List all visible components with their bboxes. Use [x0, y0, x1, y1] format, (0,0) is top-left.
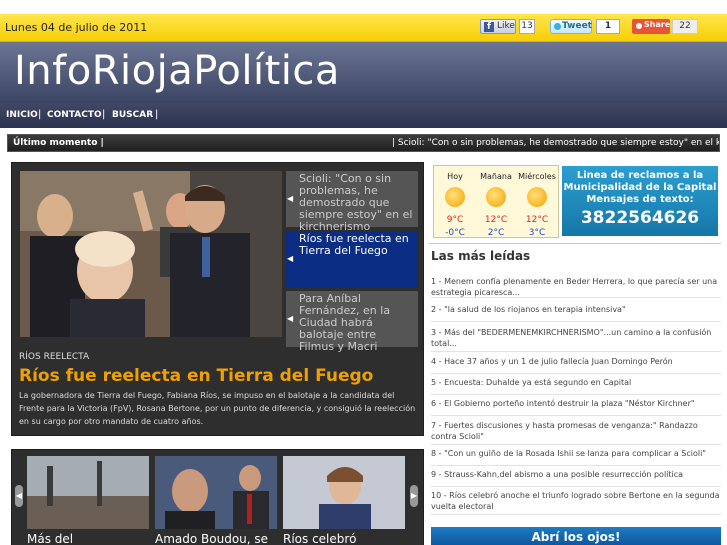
story-kicker: Ríos reelecta	[19, 352, 90, 362]
weather-low: 2°C	[487, 228, 505, 238]
site-header: InfoRiojaPolítica	[0, 42, 727, 103]
weather-high: 12°C	[525, 215, 549, 225]
side-list-item[interactable]: ◀ Para Aníbal Fernández, en la Ciudad ha…	[286, 291, 418, 353]
featured-side-list: ◀ Scioli: "Con o sin problemas, he demos…	[286, 171, 418, 353]
carousel-next-button[interactable]: ▶	[410, 485, 418, 507]
like-label: Like	[497, 21, 515, 31]
carousel-thumb-image	[283, 456, 405, 529]
most-read-item[interactable]: 10 - Ríos celebró anoche el triunfo logr…	[431, 490, 721, 515]
featured-story: ◀ Scioli: "Con o sin problemas, he demos…	[11, 162, 424, 436]
side-item-title: Scioli: "Con o sin problemas, he demostr…	[299, 172, 413, 233]
carousel-thumb[interactable]	[283, 456, 405, 529]
most-read-item[interactable]: 2 - "la salud de los riojanos en terapia…	[431, 304, 721, 322]
most-read-item[interactable]: 7 - Fuertes discusiones y hasta promesas…	[431, 420, 721, 445]
most-read-item[interactable]: 6 - El Gobierno porteño intentó destruir…	[431, 398, 721, 416]
tweet-button[interactable]: Tweet	[550, 19, 592, 34]
side-list-item-active[interactable]: ◀ Ríos fue reelecta en Tierra del Fuego	[286, 231, 418, 287]
ad-line: Linea de reclamos a la	[576, 170, 704, 181]
ad-phone-number: 3822564626	[580, 208, 700, 228]
weather-low: -0°C	[445, 228, 465, 238]
most-read-item[interactable]: 3 - Más del "BEDERMENEMKIRCHNERISMO"...u…	[431, 327, 721, 352]
weather-day: Mañana	[480, 172, 512, 181]
carousel-prev-button[interactable]: ◀	[15, 485, 23, 507]
main-nav: INICIO | CONTACTO | BUSCAR |	[0, 103, 727, 128]
arrow-left-icon: ◀	[287, 254, 294, 263]
weather-high: 9°C	[446, 215, 464, 225]
weather-day: Miércoles	[518, 172, 556, 181]
facebook-like-button[interactable]: f Like	[480, 19, 516, 34]
ad-line: Mensajes de texto:	[586, 194, 694, 205]
arrow-left-icon: ◀	[287, 194, 294, 203]
weather-low: 3°C	[528, 228, 546, 238]
story-headline[interactable]: Ríos fue reelecta en Tierra del Fuego	[19, 366, 373, 386]
share-count: 22	[672, 19, 698, 34]
share-icon	[636, 23, 642, 29]
twitter-icon	[554, 23, 561, 30]
sun-icon	[527, 187, 547, 207]
breaking-news-ticker: Último momento | | Scioli: "Con o sin pr…	[7, 134, 720, 152]
carousel-caption[interactable]: Ríos celebró	[283, 532, 356, 545]
tweet-label: Tweet	[562, 21, 592, 31]
most-read-title: Las más leídas	[431, 249, 531, 263]
most-read-item[interactable]: 1 - Menem confía plenamente en Beder Her…	[431, 276, 721, 298]
carousel-thumb[interactable]	[27, 456, 149, 529]
carousel-thumb-image	[155, 456, 277, 529]
facebook-icon: f	[484, 22, 494, 32]
claims-line-ad[interactable]: Linea de reclamos a la Municipalidad de …	[562, 166, 718, 236]
top-bar: Lunes 04 de julio de 2011 f Like 13 Twee…	[0, 14, 727, 42]
ticker-label: Último momento |	[13, 138, 104, 148]
nav-separator: |	[155, 109, 159, 120]
side-item-title: Ríos fue reelecta en Tierra del Fuego	[299, 232, 409, 257]
carousel-caption[interactable]: Más del	[27, 532, 73, 545]
nav-item-contacto[interactable]: CONTACTO	[47, 110, 102, 120]
weather-day: Hoy	[447, 172, 463, 181]
carousel-caption[interactable]: Amado Boudou, se	[155, 532, 268, 545]
tweet-count: 1	[596, 19, 620, 34]
story-summary: La gobernadora de Tierra del Fuego, Fabi…	[19, 391, 416, 426]
ticker-news-link[interactable]: | Scioli: "Con o sin problemas, he demos…	[392, 138, 719, 148]
nav-item-buscar[interactable]: BUSCAR	[112, 110, 153, 120]
carousel-thumb[interactable]	[155, 456, 277, 529]
most-read-item[interactable]: 5 - Encuesta: Duhalde ya está segundo en…	[431, 377, 721, 395]
featured-photo[interactable]	[20, 171, 282, 337]
sun-icon	[486, 187, 506, 207]
side-list-item[interactable]: ◀ Scioli: "Con o sin problemas, he demos…	[286, 171, 418, 233]
carousel-thumb-image	[27, 456, 149, 529]
divider	[429, 243, 721, 244]
side-item-title: Para Aníbal Fernández, en la Ciudad habr…	[299, 292, 391, 353]
current-date: Lunes 04 de julio de 2011	[5, 21, 148, 34]
share-label: Share	[644, 20, 671, 29]
most-read-item[interactable]: 9 - Strauss-Kahn,del abismo a una posibl…	[431, 469, 721, 487]
bottom-banner-ad[interactable]: Abrí los ojos!	[431, 527, 721, 545]
weather-widget: Hoy Mañana Miércoles 9°C 12°C 12°C -0°C …	[433, 165, 559, 238]
like-count: 13	[519, 19, 535, 34]
sun-icon	[445, 187, 465, 207]
nav-separator: |	[38, 109, 42, 120]
site-title[interactable]: InfoRiojaPolítica	[14, 48, 340, 94]
weather-high: 12°C	[484, 215, 508, 225]
news-carousel: ◀ ▶ Más del Amado Boudou, se Ríos celebr…	[11, 449, 424, 545]
nav-separator: |	[102, 109, 106, 120]
featured-photo-image	[20, 171, 282, 337]
most-read-item[interactable]: 4 - Hace 37 años y un 1 de julio fallecí…	[431, 356, 721, 374]
share-button[interactable]: Share	[632, 19, 670, 34]
most-read-item[interactable]: 8 - "Con un guiño de la Rosada Ishii se …	[431, 448, 721, 466]
ad-line: Municipalidad de la Capital	[563, 182, 717, 193]
nav-item-inicio[interactable]: INICIO	[6, 110, 38, 120]
arrow-left-icon: ◀	[287, 314, 294, 323]
most-read-list: 1 - Menem confía plenamente en Beder Her…	[431, 276, 721, 515]
